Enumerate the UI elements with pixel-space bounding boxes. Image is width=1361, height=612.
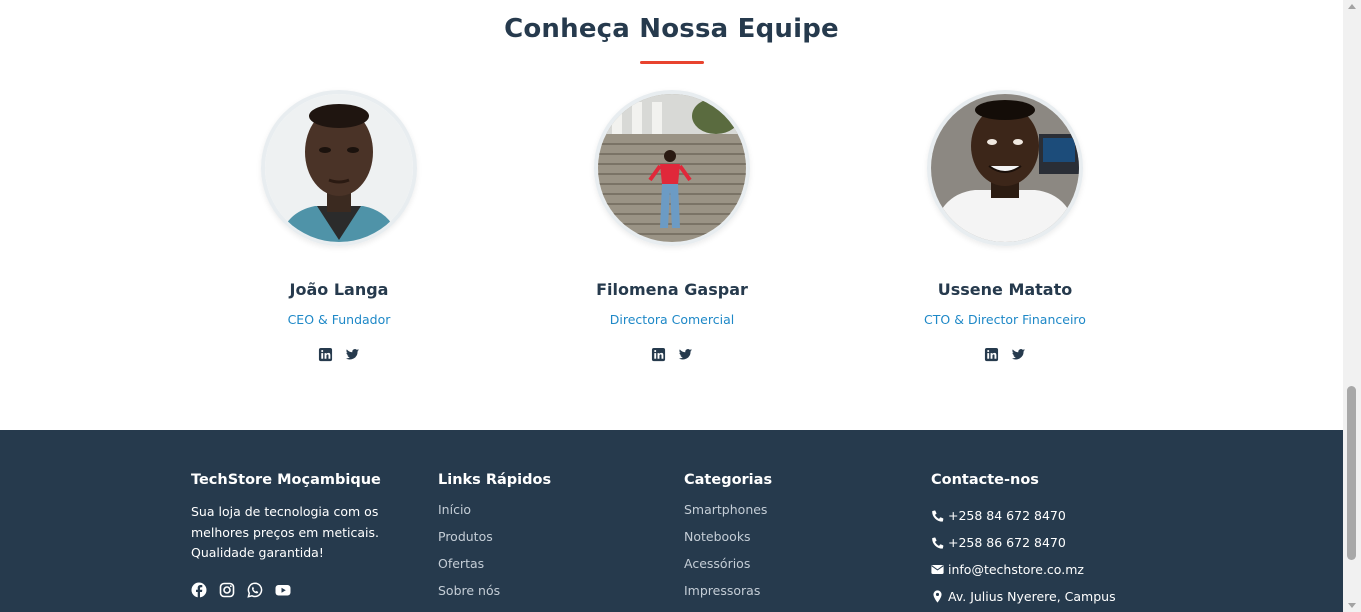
footer-link-produtos[interactable]: Produtos <box>438 529 668 556</box>
member-photo <box>261 90 417 246</box>
footer-link-sobre-nos[interactable]: Sobre nós <box>438 583 668 610</box>
team-member-card: Filomena Gaspar Directora Comercial <box>522 90 822 362</box>
member-social <box>522 347 822 362</box>
footer-social-links <box>191 582 421 598</box>
twitter-icon[interactable] <box>345 347 360 362</box>
footer-category-smartphones[interactable]: Smartphones <box>684 502 914 529</box>
twitter-icon[interactable] <box>678 347 693 362</box>
member-role: Directora Comercial <box>609 312 735 327</box>
phone-icon <box>932 537 944 549</box>
whatsapp-icon[interactable] <box>247 582 263 598</box>
team-member-card: João Langa CEO & Fundador <box>189 90 489 362</box>
linkedin-icon[interactable] <box>984 347 999 362</box>
member-name: João Langa <box>289 280 389 299</box>
footer-category-impressoras[interactable]: Impressoras <box>684 583 914 610</box>
linkedin-icon[interactable] <box>651 347 666 362</box>
footer-categories: Categorias Smartphones Notebooks Acessór… <box>684 472 914 610</box>
footer-link-inicio[interactable]: Início <box>438 502 668 529</box>
page-scrollbar[interactable] <box>1343 0 1361 612</box>
scroll-down-arrow-icon[interactable] <box>1348 603 1356 608</box>
member-photo <box>594 90 750 246</box>
footer-category-acessorios[interactable]: Acessórios <box>684 556 914 583</box>
member-name: Filomena Gaspar <box>596 280 748 299</box>
team-member-card: Ussene Matato CTO & Director Financeiro <box>855 90 1155 362</box>
member-social <box>189 347 489 362</box>
contact-address: Av. Julius Nyerere, Campus <box>931 583 1161 610</box>
member-name: Ussene Matato <box>937 280 1073 299</box>
contact-phone-2-text: +258 86 672 8470 <box>948 534 1066 550</box>
footer-contact: Contacte-nos +258 84 672 8470 +258 86 67… <box>931 472 1161 610</box>
team-section: Conheça Nossa Equipe João Langa CEO & Fu… <box>0 0 1343 430</box>
contact-email-text: info@techstore.co.mz <box>948 561 1084 577</box>
scrollbar-thumb[interactable] <box>1347 386 1356 560</box>
member-social <box>855 347 1155 362</box>
footer-contact-title: Contacte-nos <box>931 472 1039 488</box>
footer-about-title: TechStore Moçambique <box>191 472 381 488</box>
facebook-icon[interactable] <box>191 582 207 598</box>
title-underline <box>640 61 704 64</box>
footer-about: TechStore Moçambique Sua loja de tecnolo… <box>191 472 421 598</box>
member-role: CEO & Fundador <box>287 312 391 327</box>
member-photo <box>927 90 1083 246</box>
footer-category-notebooks[interactable]: Notebooks <box>684 529 914 556</box>
team-title: Conheça Nossa Equipe <box>504 14 839 44</box>
scroll-up-arrow-icon[interactable] <box>1348 4 1356 9</box>
twitter-icon[interactable] <box>1011 347 1026 362</box>
contact-phone-1[interactable]: +258 84 672 8470 <box>931 502 1161 529</box>
phone-icon <box>932 510 944 522</box>
envelope-icon <box>931 565 944 574</box>
site-footer: TechStore Moçambique Sua loja de tecnolo… <box>0 430 1343 612</box>
youtube-icon[interactable] <box>275 582 291 598</box>
footer-quick-links: Links Rápidos Início Produtos Ofertas So… <box>438 472 668 610</box>
footer-about-description: Sua loja de tecnologia com os melhores p… <box>191 504 380 560</box>
contact-address-text: Av. Julius Nyerere, Campus <box>948 588 1116 604</box>
member-role: CTO & Director Financeiro <box>924 312 1086 327</box>
instagram-icon[interactable] <box>219 582 235 598</box>
contact-phone-2[interactable]: +258 86 672 8470 <box>931 529 1161 556</box>
map-pin-icon <box>933 590 942 603</box>
contact-phone-1-text: +258 84 672 8470 <box>948 507 1066 523</box>
footer-quick-links-title: Links Rápidos <box>438 472 552 488</box>
linkedin-icon[interactable] <box>318 347 333 362</box>
footer-categories-title: Categorias <box>684 472 773 488</box>
contact-email[interactable]: info@techstore.co.mz <box>931 556 1161 583</box>
footer-link-ofertas[interactable]: Ofertas <box>438 556 668 583</box>
